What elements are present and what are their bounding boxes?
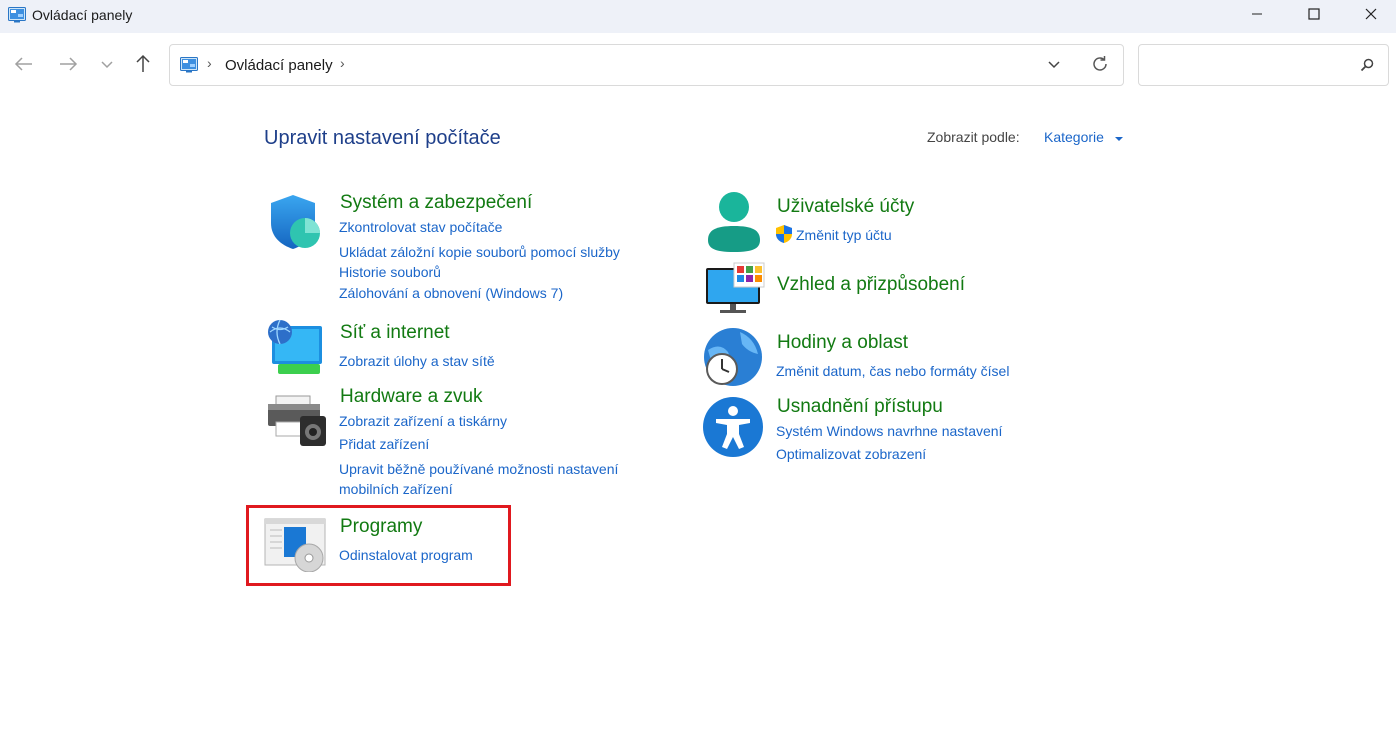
- maximize-icon: [1308, 7, 1320, 25]
- arrow-left-icon: [14, 56, 34, 77]
- control-panel-icon: [179, 57, 199, 78]
- category-title-system-security[interactable]: Systém a zabezpečení: [340, 192, 532, 214]
- minimize-icon: [1251, 7, 1263, 25]
- breadcrumb-item[interactable]: Ovládací panely: [225, 57, 333, 74]
- link-file-history[interactable]: Ukládat záložní kopie souborů pomocí slu…: [339, 242, 644, 282]
- breadcrumb-separator-icon[interactable]: ›: [207, 55, 212, 71]
- address-bar[interactable]: › Ovládací panely ›: [169, 44, 1124, 86]
- accessibility-icon[interactable]: [702, 396, 764, 463]
- view-by-label: Zobrazit podle:: [927, 129, 1020, 145]
- caret-down-icon[interactable]: [1114, 131, 1124, 149]
- close-icon: [1365, 7, 1377, 25]
- back-button[interactable]: [11, 53, 37, 79]
- chevron-down-icon: [1047, 57, 1061, 75]
- refresh-button[interactable]: [1089, 55, 1111, 77]
- category-title-accessibility[interactable]: Usnadnění přístupu: [777, 396, 943, 418]
- category-title-user-accounts[interactable]: Uživatelské účty: [777, 196, 914, 218]
- appearance-monitor-icon[interactable]: [704, 262, 766, 321]
- view-by-dropdown[interactable]: Kategorie: [1044, 129, 1104, 145]
- category-title-appearance[interactable]: Vzhled a přizpůsobení: [777, 274, 965, 296]
- minimize-button[interactable]: [1234, 0, 1280, 32]
- refresh-icon: [1091, 55, 1109, 78]
- search-input[interactable]: [1138, 44, 1389, 86]
- title-bar: Ovládací panely: [0, 0, 1396, 33]
- link-devices-printers[interactable]: Zobrazit zařízení a tiskárny: [339, 413, 507, 429]
- link-optimize-display[interactable]: Optimalizovat zobrazení: [776, 446, 926, 462]
- link-change-date-time[interactable]: Změnit datum, čas nebo formáty čísel: [776, 363, 1009, 379]
- printer-speaker-icon[interactable]: [266, 394, 328, 453]
- category-title-network[interactable]: Síť a internet: [340, 322, 450, 344]
- link-backup-restore[interactable]: Zálohování a obnovení (Windows 7): [339, 285, 563, 301]
- page-title: Upravit nastavení počítače: [264, 127, 501, 149]
- link-change-account-type[interactable]: Změnit typ účtu: [796, 227, 892, 243]
- programs-highlight-box: [246, 505, 511, 586]
- user-accounts-icon[interactable]: [704, 190, 764, 259]
- breadcrumb-separator-icon[interactable]: ›: [340, 55, 345, 71]
- control-panel-icon: [8, 7, 26, 28]
- up-button[interactable]: [130, 53, 156, 79]
- maximize-button[interactable]: [1291, 0, 1337, 32]
- clock-globe-icon[interactable]: [702, 326, 764, 393]
- link-windows-suggest-settings[interactable]: Systém Windows navrhne nastavení: [776, 423, 1002, 439]
- network-globe-icon[interactable]: [266, 318, 324, 381]
- link-network-status[interactable]: Zobrazit úlohy a stav sítě: [339, 353, 495, 369]
- recent-locations-button[interactable]: [94, 53, 120, 79]
- category-title-hardware[interactable]: Hardware a zvuk: [340, 386, 483, 408]
- category-title-clock-region[interactable]: Hodiny a oblast: [777, 332, 908, 354]
- navigation-bar: › Ovládací panely ›: [0, 33, 1396, 97]
- link-mobility-settings[interactable]: Upravit běžně používané možnosti nastave…: [339, 459, 644, 499]
- link-check-status[interactable]: Zkontrolovat stav počítače: [339, 219, 502, 235]
- link-add-device[interactable]: Přidat zařízení: [339, 436, 429, 452]
- forward-button[interactable]: [55, 53, 81, 79]
- window-title: Ovládací panely: [32, 7, 133, 23]
- chevron-down-icon: [100, 57, 114, 75]
- search-icon: [1360, 58, 1374, 77]
- arrow-up-icon: [135, 54, 151, 79]
- arrow-right-icon: [58, 56, 78, 77]
- uac-shield-icon: [775, 224, 793, 249]
- close-button[interactable]: [1348, 0, 1394, 32]
- address-dropdown-button[interactable]: [1043, 55, 1065, 77]
- security-shield-icon[interactable]: [265, 193, 323, 256]
